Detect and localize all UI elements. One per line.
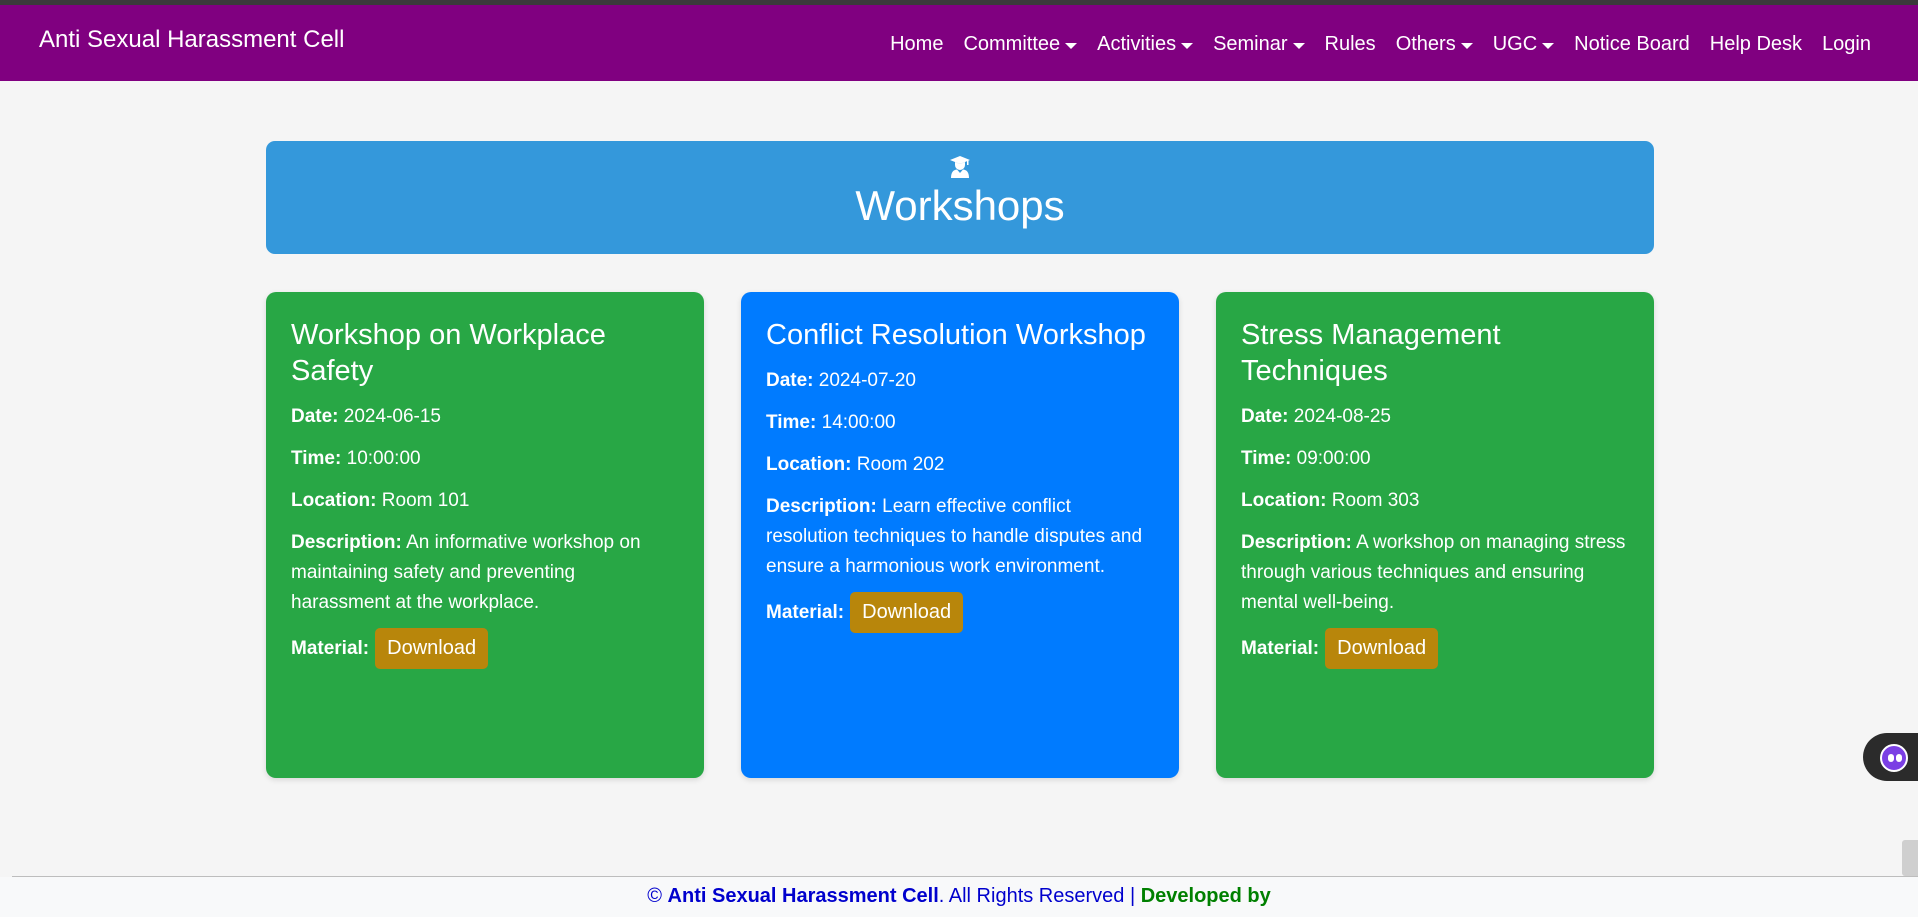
workshop-date: Date: 2024-07-20 [766, 366, 1154, 396]
time-value: 09:00:00 [1296, 448, 1371, 469]
nav-others-label: Others [1395, 33, 1456, 55]
footer: © Anti Sexual Harassment Cell. All Right… [0, 877, 1918, 917]
material-label: Material: [766, 601, 845, 623]
download-button[interactable]: Download [850, 592, 964, 633]
location-value: Room 303 [1331, 490, 1420, 511]
nav-home[interactable]: Home [890, 33, 943, 56]
caret-down-icon [1542, 42, 1555, 49]
footer-org-name: Anti Sexual Harassment Cell [667, 885, 939, 907]
footer-rights-text: . All Rights Reserved | [938, 885, 1136, 907]
workshop-location: Location: Room 303 [1241, 486, 1629, 516]
chat-widget-button[interactable] [1863, 733, 1918, 781]
caret-down-icon [1181, 42, 1194, 49]
workshop-date: Date: 2024-06-15 [291, 402, 679, 432]
time-label: Time: [1241, 448, 1292, 469]
date-label: Date: [1241, 406, 1289, 427]
nav-seminar-label: Seminar [1213, 33, 1288, 55]
user-graduate-icon [950, 156, 970, 178]
time-value: 14:00:00 [821, 412, 896, 433]
workshop-description: Description: A workshop on managing stre… [1241, 528, 1629, 618]
material-label: Material: [291, 637, 370, 659]
nav-activities-dropdown[interactable]: Activities [1097, 33, 1194, 56]
workshop-title: Workshop on Workplace Safety [291, 319, 606, 387]
chatbot-icon [1880, 744, 1908, 772]
workshop-card: Conflict Resolution Workshop Date: 2024-… [741, 292, 1179, 778]
nav-activities-label: Activities [1097, 33, 1177, 55]
footer-developed-by: Developed by [1140, 885, 1271, 907]
workshop-date: Date: 2024-08-25 [1241, 402, 1629, 432]
location-label: Location: [291, 490, 377, 511]
workshop-time: Time: 09:00:00 [1241, 444, 1629, 474]
time-value: 10:00:00 [346, 448, 421, 469]
caret-down-icon [1460, 42, 1473, 49]
nav-rules-label: Rules [1324, 33, 1376, 55]
nav-others-dropdown[interactable]: Others [1396, 33, 1473, 56]
time-label: Time: [766, 412, 817, 433]
nav-ugc-label: UGC [1492, 33, 1538, 55]
nav-login-label: Login [1822, 33, 1871, 55]
description-label: Description: [291, 532, 402, 553]
caret-down-icon [1292, 42, 1305, 49]
workshop-title: Conflict Resolution Workshop [766, 319, 1146, 351]
workshop-time: Time: 14:00:00 [766, 408, 1154, 438]
nav-committee-dropdown[interactable]: Committee [963, 33, 1078, 56]
location-value: Room 101 [381, 490, 470, 511]
nav-help-desk[interactable]: Help Desk [1710, 33, 1802, 56]
date-label: Date: [291, 406, 339, 427]
workshop-title: Stress Management Techniques [1241, 319, 1501, 387]
workshop-material: Material: Download [291, 628, 679, 669]
page-title: Workshops [855, 182, 1065, 229]
date-value: 2024-07-20 [818, 370, 916, 391]
nav-notice-board-label: Notice Board [1574, 33, 1690, 55]
workshop-location: Location: Room 202 [766, 450, 1154, 480]
date-value: 2024-08-25 [1293, 406, 1391, 427]
nav-notice-board[interactable]: Notice Board [1574, 33, 1690, 56]
nav-seminar-dropdown[interactable]: Seminar [1213, 33, 1305, 56]
nav-committee-label: Committee [963, 33, 1061, 55]
navbar: Anti Sexual Harassment Cell Home Committ… [0, 5, 1918, 81]
page-header: Workshops [266, 141, 1654, 254]
workshop-card: Stress Management Techniques Date: 2024-… [1216, 292, 1654, 778]
download-button[interactable]: Download [375, 628, 489, 669]
caret-down-icon [1065, 42, 1078, 49]
description-label: Description: [766, 496, 877, 517]
workshop-material: Material: Download [766, 592, 1154, 633]
scroll-to-top-button[interactable] [1902, 840, 1918, 876]
workshop-material: Material: Download [1241, 628, 1629, 669]
location-label: Location: [1241, 490, 1327, 511]
workshop-description: Description: An informative workshop on … [291, 528, 679, 618]
time-label: Time: [291, 448, 342, 469]
location-label: Location: [766, 454, 852, 475]
nav-menu: Home Committee Activities Seminar Rules … [870, 33, 1871, 56]
download-button[interactable]: Download [1325, 628, 1439, 669]
date-label: Date: [766, 370, 814, 391]
workshop-time: Time: 10:00:00 [291, 444, 679, 474]
nav-home-label: Home [890, 33, 944, 55]
date-value: 2024-06-15 [343, 406, 441, 427]
workshop-card: Workshop on Workplace Safety Date: 2024-… [266, 292, 704, 778]
workshop-description: Description: Learn effective conflict re… [766, 492, 1154, 582]
nav-rules[interactable]: Rules [1325, 33, 1376, 56]
description-label: Description: [1241, 532, 1352, 553]
brand-link[interactable]: Anti Sexual Harassment Cell [39, 26, 344, 54]
copyright-symbol: © [647, 885, 662, 907]
nav-ugc-dropdown[interactable]: UGC [1492, 33, 1555, 56]
nav-help-desk-label: Help Desk [1709, 33, 1803, 55]
nav-login[interactable]: Login [1822, 33, 1871, 56]
location-value: Room 202 [856, 454, 945, 475]
material-label: Material: [1241, 637, 1320, 659]
workshop-location: Location: Room 101 [291, 486, 679, 516]
